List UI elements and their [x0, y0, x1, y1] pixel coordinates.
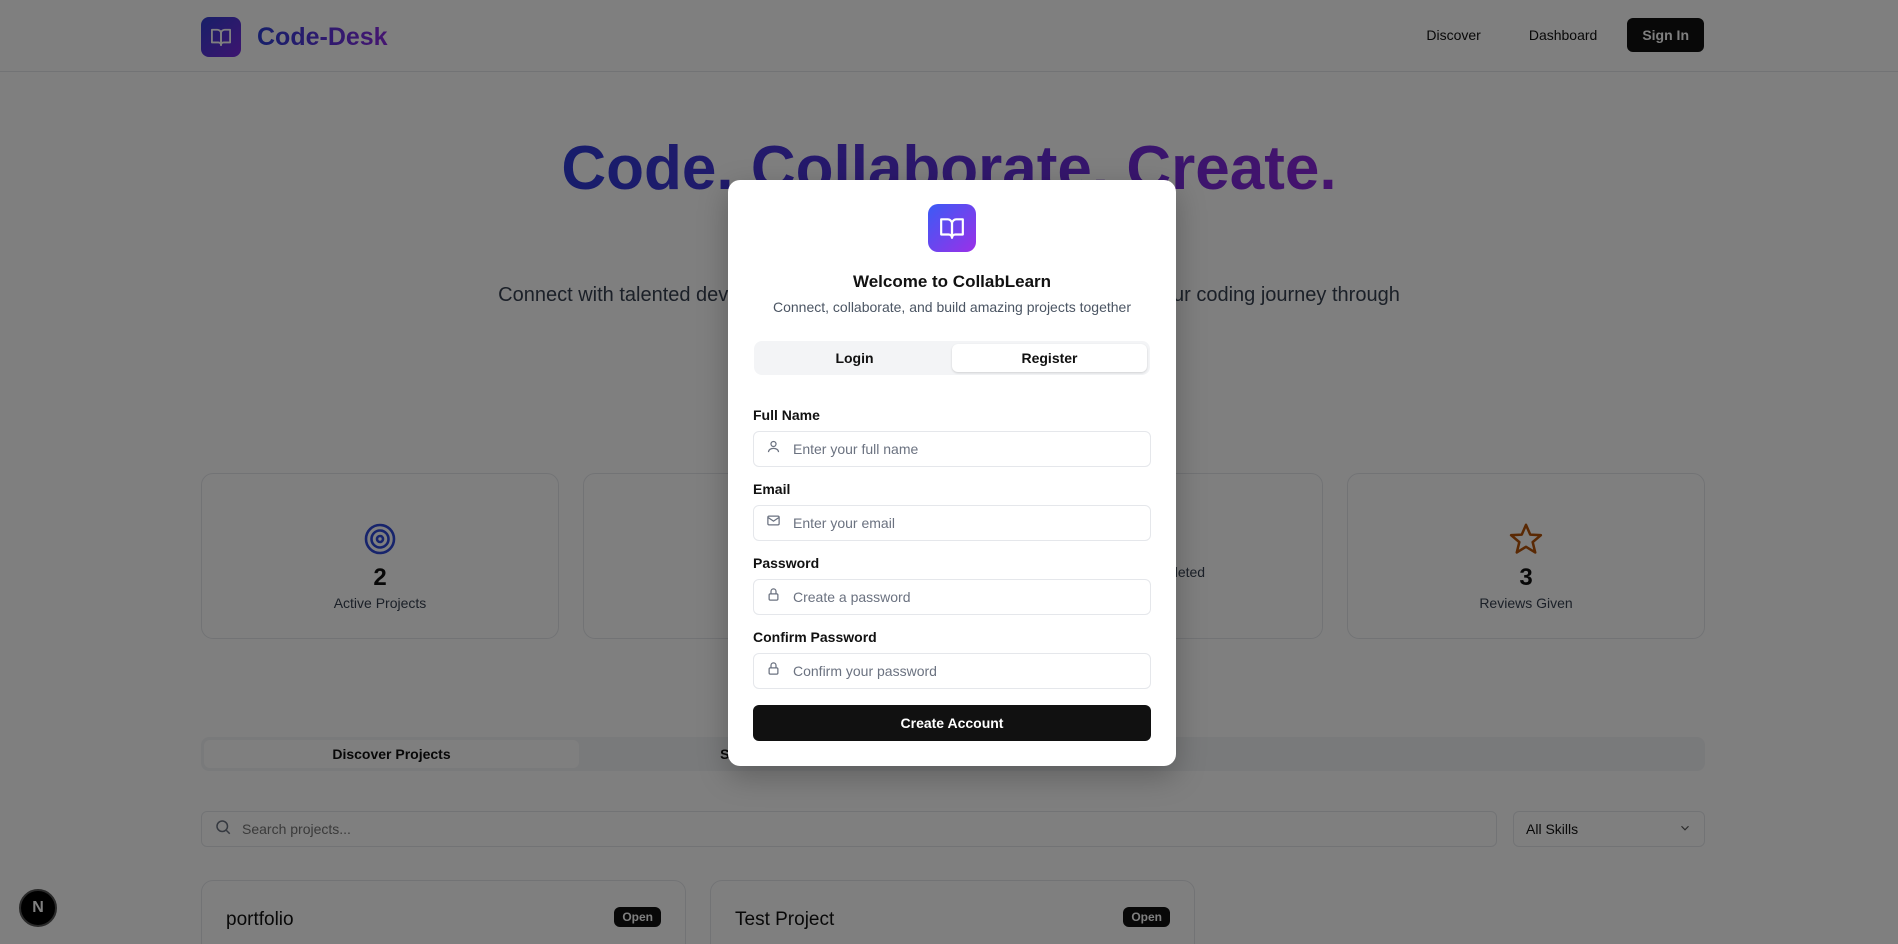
confirm-password-label: Confirm Password: [753, 629, 877, 645]
dialog-subtitle: Connect, collaborate, and build amazing …: [773, 299, 1131, 315]
lock-icon: [766, 587, 781, 607]
confirm-password-input[interactable]: [793, 663, 1150, 679]
password-field[interactable]: [753, 579, 1151, 615]
email-field[interactable]: [753, 505, 1151, 541]
book-logo-icon: [928, 204, 976, 252]
tab-login[interactable]: Login: [757, 344, 952, 372]
dialog-title: Welcome to CollabLearn: [852, 272, 1052, 291]
full-name-field[interactable]: [753, 431, 1151, 467]
create-account-button[interactable]: Create Account: [753, 705, 1151, 741]
lock-icon: [766, 661, 781, 681]
user-icon: [766, 439, 781, 459]
password-input[interactable]: [793, 589, 1150, 605]
confirm-password-field[interactable]: [753, 653, 1151, 689]
full-name-input[interactable]: [793, 441, 1150, 457]
auth-tabs: Login Register: [754, 341, 1150, 375]
mail-icon: [766, 513, 781, 533]
auth-dialog: Welcome to CollabLearn Connect, collabor…: [728, 180, 1176, 766]
tab-register[interactable]: Register: [952, 344, 1147, 372]
password-label: Password: [753, 555, 820, 571]
email-input[interactable]: [793, 515, 1150, 531]
email-label: Email: [753, 481, 791, 497]
full-name-label: Full Name: [753, 407, 820, 423]
